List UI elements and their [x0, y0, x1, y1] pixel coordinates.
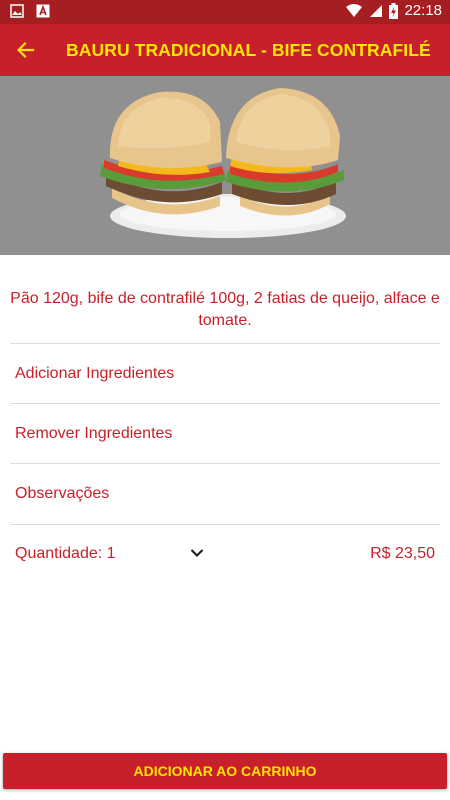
product-image: [0, 76, 450, 255]
quantity-row: Quantidade: 1 R$ 23,50: [10, 524, 440, 584]
wifi-icon: [346, 3, 363, 17]
divider: [10, 524, 440, 525]
status-time: 22:18: [404, 2, 442, 19]
back-button[interactable]: [0, 24, 52, 76]
remove-ingredients-row[interactable]: Remover Ingredientes: [10, 403, 440, 464]
battery-charging-icon: [389, 2, 399, 19]
chevron-down-icon: [190, 549, 204, 558]
status-bar: 22:18: [0, 0, 450, 24]
image-icon: [10, 4, 24, 18]
app-a-icon: [36, 4, 50, 18]
remove-ingredients-label: Remover Ingredientes: [15, 425, 173, 442]
observations-label: Observações: [15, 485, 110, 502]
arrow-left-icon: [17, 41, 35, 59]
add-ingredients-row[interactable]: Adicionar Ingredientes: [10, 343, 440, 404]
quantity-label: Quantidade: 1: [15, 545, 116, 562]
add-to-cart-button[interactable]: ADICIONAR AO CARRINHO: [3, 753, 447, 789]
quantity-dropdown[interactable]: [188, 544, 206, 562]
app-bar: BAURU TRADICIONAL - BIFE CONTRAFILÉ: [0, 24, 450, 76]
observations-row[interactable]: Observações: [10, 463, 440, 524]
price: R$ 23,50: [370, 545, 435, 562]
page-title: BAURU TRADICIONAL - BIFE CONTRAFILÉ: [66, 39, 431, 60]
signal-icon: [370, 4, 383, 17]
product-description: Pão 120g, bife de contrafilé 100g, 2 fat…: [10, 290, 440, 329]
add-ingredients-label: Adicionar Ingredientes: [15, 365, 175, 382]
